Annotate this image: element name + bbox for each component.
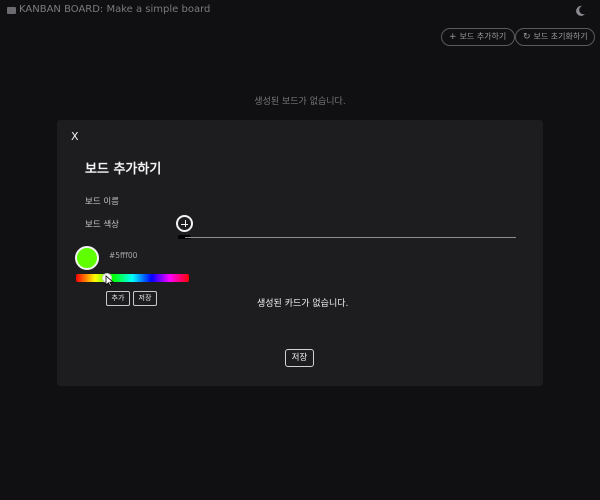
- app-header: KANBAN BOARD: Make a simple board: [0, 0, 600, 24]
- refresh-icon: ↻: [523, 32, 531, 42]
- board-name-input-underline[interactable]: [185, 237, 516, 238]
- empty-cards-message: 생성된 카드가 없습니다.: [257, 299, 349, 309]
- board-name-label: 보드 이름: [85, 197, 119, 207]
- board-icon: [7, 7, 16, 14]
- empty-boards-message: 생성된 보드가 없습니다.: [254, 97, 346, 107]
- color-add-button[interactable]: 추가: [106, 291, 130, 306]
- color-hex-value: #5fff00: [109, 251, 138, 260]
- plus-circle-icon[interactable]: [176, 215, 193, 232]
- modal-title: 보드 추가하기: [85, 162, 162, 177]
- moon-icon[interactable]: [573, 4, 587, 18]
- selected-color-swatch[interactable]: [75, 246, 99, 270]
- plus-icon: +: [449, 32, 457, 42]
- hue-slider[interactable]: [76, 273, 189, 283]
- add-board-modal: X 보드 추가하기 보드 이름 보드 색상 #5fff00 추가 저장 생성된 …: [57, 120, 543, 386]
- add-board-button[interactable]: + 보드 추가하기: [441, 28, 515, 46]
- hue-slider-thumb[interactable]: [101, 273, 112, 283]
- app-title: KANBAN BOARD: Make a simple board: [19, 4, 211, 15]
- close-icon[interactable]: X: [71, 130, 79, 143]
- color-save-button[interactable]: 저장: [133, 291, 157, 306]
- board-color-label: 보드 색상: [85, 220, 119, 230]
- modal-save-button[interactable]: 저장: [285, 349, 314, 367]
- add-board-label: 보드 추가하기: [459, 32, 507, 41]
- reset-board-label: 보드 초기화하기: [533, 32, 588, 41]
- reset-board-button[interactable]: ↻ 보드 초기화하기: [515, 28, 595, 46]
